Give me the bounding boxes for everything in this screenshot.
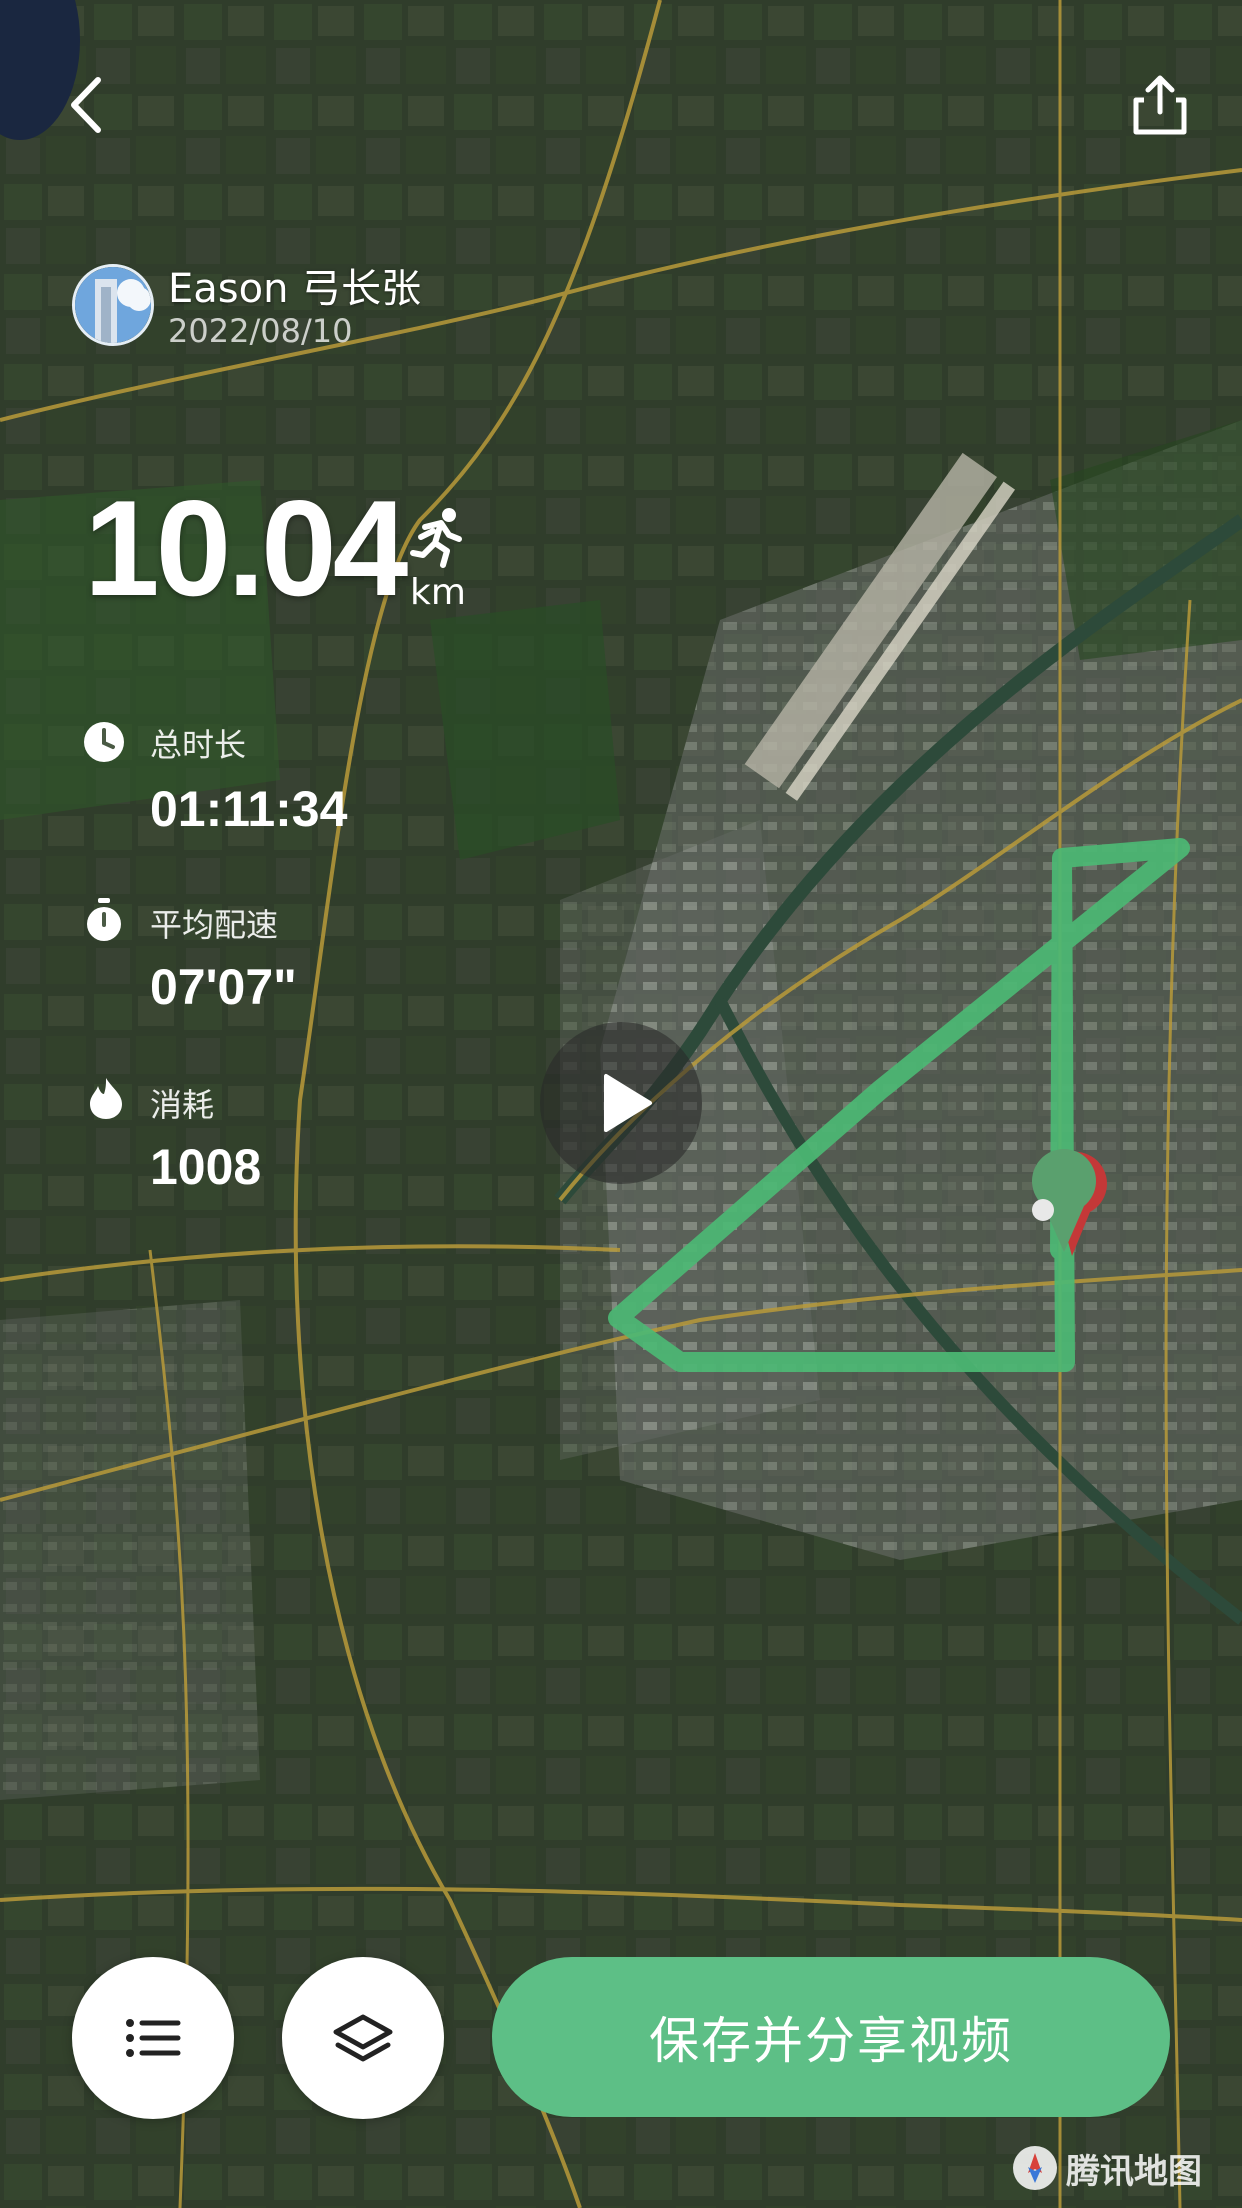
back-button[interactable] bbox=[60, 70, 120, 140]
stopwatch-icon bbox=[87, 898, 121, 941]
distance-unit: km bbox=[410, 572, 466, 613]
share-icon bbox=[1133, 75, 1187, 135]
play-icon bbox=[604, 1074, 652, 1132]
share-button[interactable] bbox=[1130, 70, 1190, 140]
stat-label-duration: 总时长 bbox=[150, 726, 247, 764]
list-button[interactable] bbox=[72, 1957, 234, 2119]
run-icon bbox=[410, 508, 462, 568]
stat-value-duration: 01:11:34 bbox=[150, 781, 348, 837]
map-provider-watermark: 腾讯地图 bbox=[1010, 2140, 1202, 2196]
clock-icon bbox=[84, 722, 124, 762]
play-track-button[interactable] bbox=[540, 1022, 702, 1184]
list-icon bbox=[126, 2019, 181, 2057]
map-provider-label: 腾讯地图 bbox=[1066, 2151, 1202, 2192]
distance-value: 10.04 bbox=[84, 472, 408, 624]
layers-icon bbox=[333, 2014, 393, 2062]
activity-date: 2022/08/10 bbox=[168, 312, 353, 350]
map-layers-button[interactable] bbox=[282, 1957, 444, 2119]
stat-label-pace: 平均配速 bbox=[150, 906, 279, 944]
avatar-image bbox=[75, 267, 151, 343]
user-name: Eason 弓长张 bbox=[168, 266, 422, 312]
avatar[interactable] bbox=[72, 264, 154, 346]
save-and-share-video-button[interactable]: 保存并分享视频 bbox=[492, 1957, 1170, 2117]
flame-icon bbox=[90, 1078, 122, 1119]
back-icon bbox=[71, 77, 101, 133]
stat-value-calories: 1008 bbox=[150, 1139, 262, 1195]
stat-value-pace: 07'07" bbox=[150, 959, 297, 1015]
stat-label-calories: 消耗 bbox=[150, 1086, 215, 1124]
tencent-map-logo-icon bbox=[1013, 2146, 1057, 2190]
